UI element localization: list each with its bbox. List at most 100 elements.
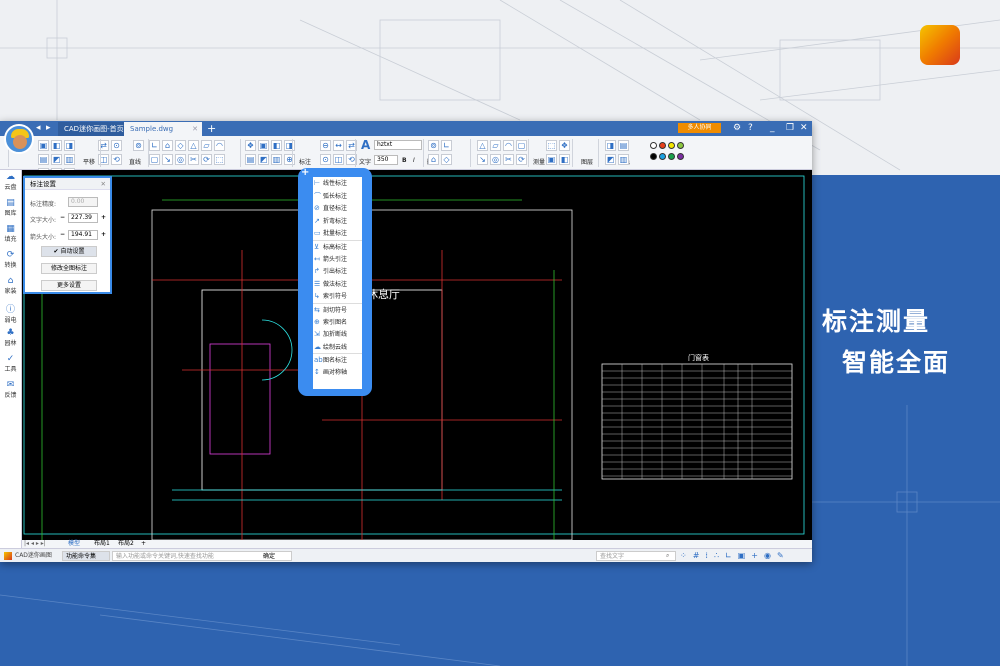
toolbar-tool-icon[interactable]: ▱: [490, 140, 501, 151]
sidebar-item[interactable]: ⓘ 弱电: [0, 300, 21, 326]
minimize-button[interactable]: _: [770, 122, 775, 135]
sidebar-item[interactable]: ⌂ 家装: [0, 274, 21, 300]
sidebar-item[interactable]: ▤ 图库: [0, 196, 21, 222]
toolbar-tool-icon[interactable]: ⊚: [133, 140, 144, 151]
text-label[interactable]: 文字: [359, 157, 371, 166]
toolbar-tool-icon[interactable]: ⊖: [320, 140, 331, 151]
toolbar-tool-icon[interactable]: ◎: [175, 154, 186, 165]
toolbar-tool-icon[interactable]: ⟳: [201, 154, 212, 165]
modify-all-dims-button[interactable]: 修改全图标注: [41, 263, 97, 274]
toolbar-tool-icon[interactable]: ▤: [245, 154, 256, 165]
toolbar-tool-icon[interactable]: ▤: [38, 154, 49, 165]
color-swatch[interactable]: [659, 153, 666, 160]
toolbar-tool-icon[interactable]: ◧: [271, 140, 282, 151]
toolbar-tool-icon[interactable]: ◠: [503, 140, 514, 151]
tab-home[interactable]: CAD迷你画图-首页: [58, 122, 124, 136]
toolbar-tool-icon[interactable]: ✂: [188, 154, 199, 165]
sidebar-item[interactable]: ♣ 园林: [0, 326, 21, 352]
toolbar-tool-icon[interactable]: ▣: [546, 154, 557, 165]
snap-tools-icons[interactable]: ⁘#⁞∴∟▣+◉✎: [680, 549, 790, 562]
toolbar-tool-icon[interactable]: ◫: [333, 154, 344, 165]
toolbar-tool-icon[interactable]: ◧: [559, 154, 570, 165]
toolbar-tool-icon[interactable]: ⟳: [516, 154, 527, 165]
new-tab-button[interactable]: +: [207, 122, 216, 135]
menu-item[interactable]: ⊻ 标高标注: [313, 239, 362, 253]
menu-item[interactable]: ab图名标注: [313, 353, 362, 366]
layout-tab-model[interactable]: 模型: [68, 540, 80, 548]
toolbar-tool-icon[interactable]: ⊚: [428, 140, 439, 151]
text-size-field[interactable]: 227.39: [68, 213, 98, 223]
toolbar-tool-icon[interactable]: ⟲: [111, 154, 122, 165]
toolbar-tool-icon[interactable]: ◎: [490, 154, 501, 165]
toolbar-tool-icon[interactable]: ↔: [333, 140, 344, 151]
menu-item[interactable]: ⌒ 弧长标注: [313, 190, 362, 203]
italic-button[interactable]: I: [413, 157, 415, 164]
sidebar-item[interactable]: ☁ 云盘: [0, 170, 21, 196]
toolbar-tool-icon[interactable]: ◇: [175, 140, 186, 151]
toolbar-tool-icon[interactable]: ↘: [477, 154, 488, 165]
toolbar-tool-icon[interactable]: ▣: [258, 140, 269, 151]
menu-item[interactable]: ▭ 批量标注: [313, 227, 362, 240]
menu-item[interactable]: ↕ 画对称轴: [313, 366, 362, 379]
pan-label[interactable]: 平移: [83, 157, 95, 166]
toolbar-tool-icon[interactable]: △: [477, 140, 488, 151]
sidebar-item[interactable]: ▦ 填充: [0, 222, 21, 248]
line-label[interactable]: 直线: [129, 157, 141, 166]
layout-tab-2[interactable]: 布局2: [118, 540, 134, 548]
toolbar-tool-icon[interactable]: ❖: [245, 140, 256, 151]
toolbar-tool-icon[interactable]: ▣: [38, 140, 49, 151]
font-select[interactable]: hztxt: [374, 140, 422, 150]
toolbar-tool-icon[interactable]: ◠: [214, 140, 225, 151]
arrow-size-plus[interactable]: +: [101, 231, 106, 238]
toolbar-tool-icon[interactable]: ⊙: [111, 140, 122, 151]
toolbar-tool-icon[interactable]: ▥: [271, 154, 282, 165]
toolbar-tool-icon[interactable]: ⬚: [214, 154, 225, 165]
color-swatch[interactable]: [650, 142, 657, 149]
menu-item[interactable]: ⊕ 索引图名: [313, 316, 362, 329]
menu-item[interactable]: ☰ 做法标注: [313, 278, 362, 291]
auto-set-button[interactable]: ✔ 自动设置: [41, 246, 97, 257]
toolbar-tool-icon[interactable]: ⊙: [320, 154, 331, 165]
arrow-size-minus[interactable]: −: [60, 231, 65, 238]
toolbar-tool-icon[interactable]: ∟: [149, 140, 160, 151]
toolbar-tool-icon[interactable]: ⬚: [546, 140, 557, 151]
dim-label[interactable]: 标注: [299, 157, 311, 166]
forward-icon[interactable]: ▸: [46, 122, 51, 135]
toolbar-tool-icon[interactable]: ◩: [605, 154, 616, 165]
toolbar-tool-icon[interactable]: ⌂: [162, 140, 173, 151]
more-settings-button[interactable]: 更多设置: [41, 280, 97, 291]
panel-close-icon[interactable]: ✕: [101, 178, 106, 190]
toolbar-tool-icon[interactable]: ▢: [149, 154, 160, 165]
color-swatch[interactable]: [659, 142, 666, 149]
ok-button[interactable]: 确定: [263, 550, 275, 563]
toolbar-tool-icon[interactable]: ✂: [503, 154, 514, 165]
drawing-canvas[interactable]: 休息厅 门窗表: [22, 170, 812, 541]
measure-label[interactable]: 测量: [533, 157, 545, 166]
color-swatch[interactable]: [668, 142, 675, 149]
color-swatch[interactable]: [668, 153, 675, 160]
bold-button[interactable]: B: [402, 157, 407, 164]
close-button[interactable]: ✕: [800, 122, 808, 135]
text-size-plus[interactable]: +: [101, 214, 106, 221]
close-tab-icon[interactable]: ✕: [192, 122, 198, 136]
add-layout-button[interactable]: +: [141, 540, 146, 548]
sidebar-item[interactable]: ✉ 反馈: [0, 378, 21, 404]
search-icon[interactable]: ⌕: [666, 549, 669, 562]
color-swatch[interactable]: [650, 153, 657, 160]
back-icon[interactable]: ◂: [36, 122, 41, 135]
sidebar-item[interactable]: ✓ 工具: [0, 352, 21, 378]
toolbar-tool-icon[interactable]: ⌂: [428, 154, 439, 165]
menu-item[interactable]: ↤ 箭头引注: [313, 253, 362, 266]
text-size-minus[interactable]: −: [60, 214, 65, 221]
menu-item[interactable]: ⇲ 加折断线: [313, 328, 362, 341]
settings-icon[interactable]: ⚙: [733, 122, 741, 135]
command-set-button[interactable]: 功能命令集: [62, 551, 110, 561]
collab-button[interactable]: 多人协同: [678, 123, 721, 133]
toolbar-tool-icon[interactable]: ∟: [441, 140, 452, 151]
toolbar-tool-icon[interactable]: ▤: [618, 140, 629, 151]
toolbar-tool-icon[interactable]: ⊕: [284, 154, 295, 165]
restore-button[interactable]: ❐: [786, 122, 794, 135]
toolbar-tool-icon[interactable]: ▥: [64, 154, 75, 165]
toolbar-tool-icon[interactable]: ↘: [162, 154, 173, 165]
find-text-input[interactable]: 查找文字: [596, 551, 676, 561]
